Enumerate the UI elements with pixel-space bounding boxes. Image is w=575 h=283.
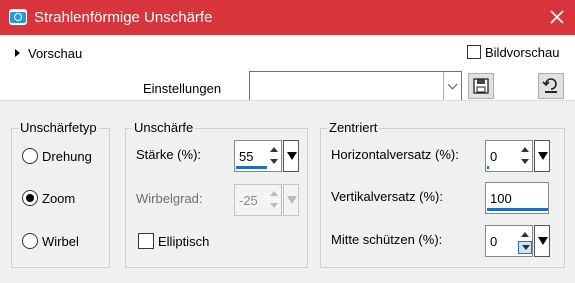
radio-button[interactable]	[22, 148, 38, 164]
swirl-label: Wirbelgrad:	[136, 191, 203, 206]
strength-slider-bar	[236, 166, 270, 169]
radio-label-drehung: Drehung	[42, 148, 92, 164]
preview-label: Vorschau	[28, 45, 83, 61]
strength-spinner[interactable]: 55	[234, 140, 300, 172]
radio-drehung[interactable]: Drehung	[22, 147, 92, 165]
v-offset-input[interactable]: 100	[485, 182, 549, 214]
h-offset-value: 0	[490, 149, 498, 164]
radio-zoom[interactable]: Zoom	[22, 189, 75, 207]
bild-preview-label: Bildvorschau	[485, 44, 560, 60]
radio-label-zoom: Zoom	[42, 190, 76, 206]
settings-label: Einstellungen	[143, 81, 222, 96]
swirl-value: -25	[239, 193, 258, 208]
save-preset-button[interactable]	[468, 73, 494, 99]
floppy-disk-icon	[473, 78, 489, 94]
spin-up-icon[interactable]	[518, 143, 532, 156]
bild-preview-checkbox-row[interactable]: Bildvorschau	[467, 44, 559, 60]
radio-label-wirbel: Wirbel	[42, 233, 79, 249]
window-title: Strahlenförmige Unschärfe	[34, 9, 213, 26]
blur-type-legend: Unschärfetyp	[18, 120, 99, 136]
blur-type-group: Unschärfetyp Drehung Zoom Wirbel	[11, 120, 110, 268]
close-icon[interactable]	[548, 8, 566, 26]
preview-toggle[interactable]: Vorschau	[15, 45, 82, 61]
centered-legend: Zentriert	[327, 120, 380, 136]
settings-panel: Unschärfetyp Drehung Zoom Wirbel Unschär…	[0, 100, 575, 283]
protect-center-label: Mitte schützen (%):	[331, 232, 443, 247]
v-offset-label: Vertikalversatz (%):	[331, 189, 443, 204]
radio-wirbel[interactable]: Wirbel	[22, 232, 79, 250]
spin-down-icon[interactable]	[267, 156, 281, 169]
centered-group: Zentriert Horizontalversatz (%): 0 Verti…	[320, 120, 565, 268]
swirl-input[interactable]: -25	[234, 184, 282, 216]
h-offset-spinner[interactable]: 0	[485, 140, 551, 172]
spin-down-icon[interactable]	[518, 156, 532, 169]
dropdown-arrow-icon[interactable]	[283, 140, 299, 172]
chevron-down-icon[interactable]	[443, 72, 461, 100]
dropdown-arrow-icon[interactable]	[534, 225, 550, 257]
spin-down-icon[interactable]	[267, 200, 281, 213]
v-offset-value: 100	[490, 191, 512, 206]
protect-center-spinner[interactable]: 0	[485, 225, 551, 257]
camera-icon	[9, 9, 27, 25]
v-offset-slider-bar	[487, 208, 548, 211]
strength-value: 55	[239, 149, 254, 164]
spin-down-icon[interactable]	[518, 241, 532, 254]
elliptic-label: Elliptisch	[158, 233, 210, 249]
dropdown-arrow-icon[interactable]	[283, 184, 299, 216]
title-bar: Strahlenförmige Unschärfe	[0, 0, 575, 35]
spin-up-icon[interactable]	[267, 143, 281, 156]
strength-input[interactable]: 55	[234, 140, 282, 172]
h-offset-label: Horizontalversatz (%):	[331, 147, 459, 162]
protect-center-input[interactable]: 0	[485, 225, 533, 257]
radio-button[interactable]	[22, 233, 38, 249]
strength-label: Stärke (%):	[136, 147, 202, 162]
spin-up-icon[interactable]	[518, 228, 532, 241]
elliptic-checkbox[interactable]	[138, 233, 154, 249]
dropdown-arrow-icon[interactable]	[534, 140, 550, 172]
blur-group: Unschärfe Stärke (%): 55 Wirbelgrad: -25	[125, 120, 308, 268]
spin-up-icon[interactable]	[267, 187, 281, 200]
h-offset-slider-bar	[487, 166, 489, 169]
v-offset-spinner[interactable]: 100	[485, 182, 551, 214]
reset-icon	[542, 78, 557, 93]
reset-button[interactable]	[538, 73, 564, 99]
expand-arrow-icon	[15, 49, 20, 57]
blur-legend: Unschärfe	[132, 120, 196, 136]
radio-button-selected[interactable]	[22, 190, 38, 206]
swirl-spinner[interactable]: -25	[234, 184, 300, 216]
elliptic-checkbox-row[interactable]: Elliptisch	[138, 232, 209, 250]
protect-center-value: 0	[490, 234, 498, 249]
preview-settings-area: Vorschau Bildvorschau Einstellungen	[0, 35, 575, 101]
h-offset-input[interactable]: 0	[485, 140, 533, 172]
bild-preview-checkbox[interactable]	[467, 45, 481, 59]
settings-combobox[interactable]	[249, 71, 462, 101]
